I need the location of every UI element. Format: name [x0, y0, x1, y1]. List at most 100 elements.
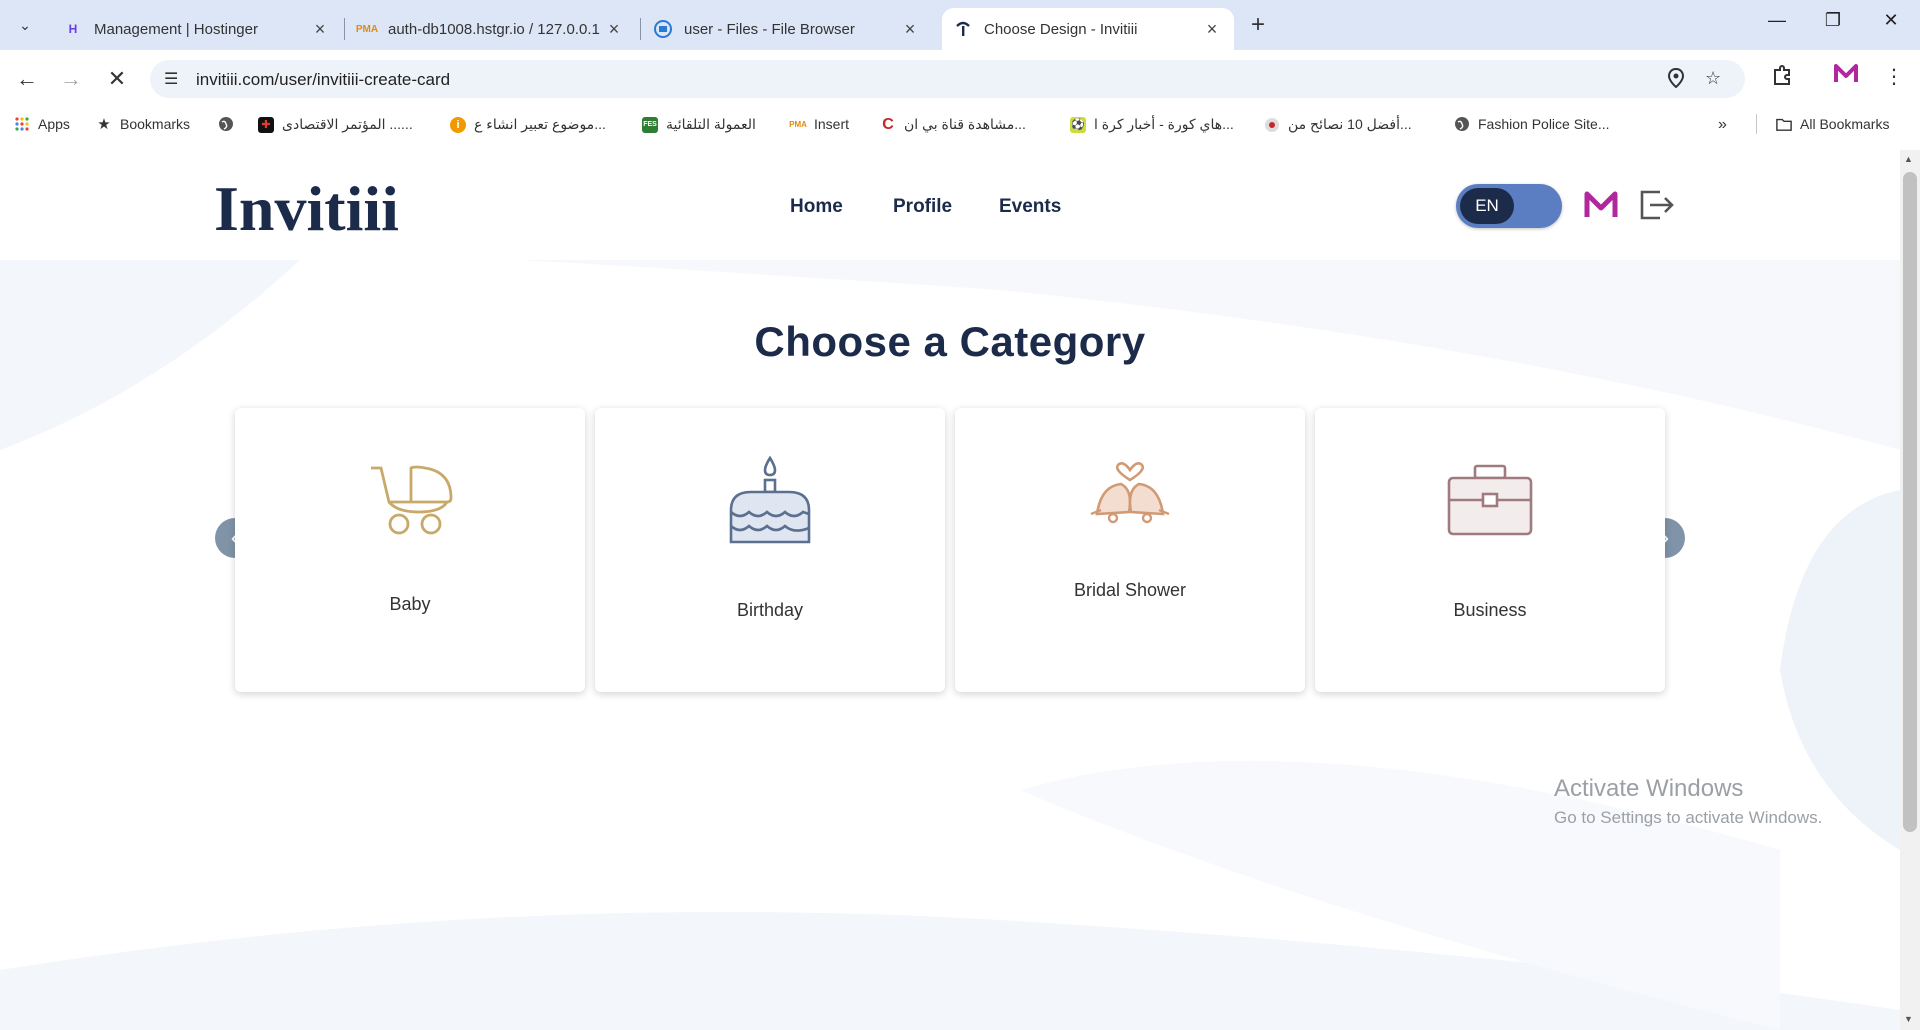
- bookmark-label: Insert: [814, 116, 850, 132]
- category-card-baby[interactable]: Baby: [235, 408, 585, 692]
- bookmark-label: العمولة التلقائية: [666, 116, 756, 132]
- nav-events-link[interactable]: Events: [999, 196, 1061, 218]
- address-bar[interactable]: ☰ invitiii.com/user/invitiii-create-card…: [150, 60, 1745, 98]
- language-toggle[interactable]: EN: [1456, 184, 1562, 228]
- bookmark-star-icon[interactable]: ☆: [1705, 68, 1721, 89]
- info-icon: i: [450, 116, 466, 133]
- category-card-bridal-shower[interactable]: Bridal Shower: [955, 408, 1305, 692]
- bookmark-label: هاي كورة - أخبار كرة ا...: [1094, 116, 1234, 132]
- stop-loading-icon[interactable]: ✕: [102, 64, 132, 94]
- tab-title: Choose Design - Invitiii: [984, 20, 1138, 38]
- back-arrow-icon[interactable]: ←: [12, 64, 42, 94]
- star-icon: ★: [97, 116, 111, 133]
- tab-search-chevron-icon[interactable]: ⌄: [10, 10, 40, 40]
- bookmark-auto-commission[interactable]: FES العمولة التلقائية: [642, 116, 756, 133]
- logo-text: Invitiii: [214, 173, 399, 242]
- globe-icon: [1454, 116, 1470, 132]
- more-bookmarks-chevron-icon[interactable]: »: [1718, 116, 1727, 134]
- forward-arrow-icon[interactable]: →: [56, 64, 86, 94]
- window-minimize-icon[interactable]: —: [1762, 10, 1792, 31]
- category-label: Baby: [389, 594, 431, 614]
- category-label: Business: [1453, 600, 1527, 620]
- soccer-icon: ⚽: [1070, 116, 1086, 133]
- nav-home-link[interactable]: Home: [790, 196, 843, 218]
- c-icon: C: [882, 115, 894, 133]
- tab-close-icon[interactable]: ×: [1202, 19, 1222, 40]
- bookmark-bein-channel[interactable]: C مشاهدة قناة بي ان...: [880, 116, 1026, 133]
- news-icon: ✚: [258, 116, 274, 133]
- bookmarks-bar: Apps ★ Bookmarks ✚ المؤتمر الاقتصادى ...…: [0, 108, 1920, 142]
- bookmark-globe[interactable]: [218, 116, 242, 132]
- phpmyadmin-icon: PMA: [789, 119, 807, 129]
- bookmark-label: Fashion Police Site...: [1478, 116, 1610, 132]
- bookmark-top-10-tips[interactable]: أفضل 10 نصائح من...: [1264, 116, 1412, 133]
- tab-separator: [344, 18, 345, 40]
- bookmark-label: أفضل 10 نصائح من...: [1288, 116, 1412, 132]
- globe-icon: [218, 116, 234, 132]
- window-close-icon[interactable]: ✕: [1876, 10, 1906, 31]
- address-url[interactable]: invitiii.com/user/invitiii-create-card: [196, 70, 450, 90]
- windows-activation-subtitle: Go to Settings to activate Windows.: [1554, 808, 1823, 827]
- new-tab-plus-icon[interactable]: +: [1244, 12, 1272, 40]
- filebrowser-icon: [654, 20, 672, 38]
- page-viewport: Invitiii Home Profile Events EN Choose a…: [0, 150, 1900, 1030]
- bookmark-label: المؤتمر الاقتصادى ......: [282, 116, 413, 132]
- fes-icon: FES: [642, 116, 658, 133]
- scrollbar-thumb[interactable]: [1903, 172, 1917, 832]
- tab-title: auth-db1008.hstgr.io / 127.0.0.1: [388, 20, 600, 38]
- category-label: Bridal Shower: [1073, 580, 1187, 600]
- tab-title: user - Files - File Browser: [684, 20, 855, 38]
- logout-icon[interactable]: [1638, 188, 1676, 227]
- language-label: EN: [1460, 188, 1514, 224]
- tab-separator: [640, 18, 641, 40]
- m-brand-logo-icon[interactable]: [1584, 190, 1618, 225]
- wedding-bells-icon: [1090, 462, 1170, 524]
- site-header: Invitiii Home Profile Events EN: [0, 150, 1900, 260]
- browser-tab-invitiii[interactable]: Choose Design - Invitiii ×: [942, 8, 1234, 50]
- all-bookmarks-label: All Bookmarks: [1800, 116, 1890, 132]
- browser-tab-bar: ⌄ H Management | Hostinger × PMA auth-db…: [0, 0, 1920, 50]
- site-settings-icon[interactable]: ☰: [164, 69, 178, 89]
- nav-profile-link[interactable]: Profile: [893, 196, 952, 218]
- phpmyadmin-icon: PMA: [355, 23, 379, 35]
- record-icon: [1264, 117, 1280, 133]
- tab-close-icon[interactable]: ×: [900, 19, 920, 40]
- bookmark-apps[interactable]: Apps: [14, 116, 70, 132]
- bookmark-economic-conference[interactable]: ✚ المؤتمر الاقتصادى ......: [258, 116, 413, 133]
- extensions-puzzle-icon[interactable]: [1768, 64, 1796, 92]
- bookmark-label: Apps: [38, 116, 70, 132]
- bookmark-bookmarks[interactable]: ★ Bookmarks: [96, 116, 190, 133]
- bookmark-fashion-police[interactable]: Fashion Police Site...: [1454, 116, 1610, 132]
- category-card-business[interactable]: Business: [1315, 408, 1665, 692]
- bookmark-insert[interactable]: PMA Insert: [789, 116, 850, 132]
- bookmark-essay-topic[interactable]: i موضوع تعبير انشاء ع...: [450, 116, 606, 133]
- category-card-birthday[interactable]: Birthday: [595, 408, 945, 692]
- apps-grid-icon: [14, 116, 30, 132]
- windows-activation-title: Activate Windows: [1554, 775, 1744, 802]
- location-pin-icon[interactable]: [1667, 67, 1685, 93]
- hostinger-icon: H: [68, 22, 78, 36]
- browser-tab-phpmyadmin[interactable]: PMA auth-db1008.hstgr.io / 127.0.0.1 ×: [346, 8, 636, 50]
- bookmarks-divider: [1756, 114, 1757, 134]
- browser-tab-hostinger[interactable]: H Management | Hostinger ×: [52, 8, 342, 50]
- browser-tab-filebrowser[interactable]: user - Files - File Browser ×: [642, 8, 932, 50]
- invitiii-logo[interactable]: Invitiii: [214, 172, 404, 247]
- tab-close-icon[interactable]: ×: [310, 19, 330, 40]
- tab-close-icon[interactable]: ×: [604, 19, 624, 40]
- invitiii-icon: [954, 20, 972, 38]
- browser-menu-kebab-icon[interactable]: ⋮: [1880, 64, 1908, 89]
- scroll-down-arrow-icon[interactable]: ▼: [1904, 1014, 1913, 1024]
- bookmark-label: موضوع تعبير انشاء ع...: [474, 116, 606, 132]
- window-restore-icon[interactable]: ❐: [1818, 10, 1848, 31]
- page-title: Choose a Category: [754, 318, 1146, 365]
- birthday-cake-icon: [729, 456, 811, 544]
- bookmark-label: مشاهدة قناة بي ان...: [904, 116, 1026, 132]
- category-label: Birthday: [736, 600, 804, 620]
- briefcase-icon: [1447, 464, 1533, 536]
- scroll-up-arrow-icon[interactable]: ▲: [1904, 154, 1913, 164]
- bookmark-hi-kora[interactable]: ⚽ هاي كورة - أخبار كرة ا...: [1070, 116, 1234, 133]
- folder-icon: [1776, 116, 1792, 132]
- tab-title: Management | Hostinger: [94, 20, 258, 38]
- extension-m-logo-icon[interactable]: [1832, 64, 1860, 90]
- all-bookmarks-folder[interactable]: All Bookmarks: [1776, 116, 1889, 132]
